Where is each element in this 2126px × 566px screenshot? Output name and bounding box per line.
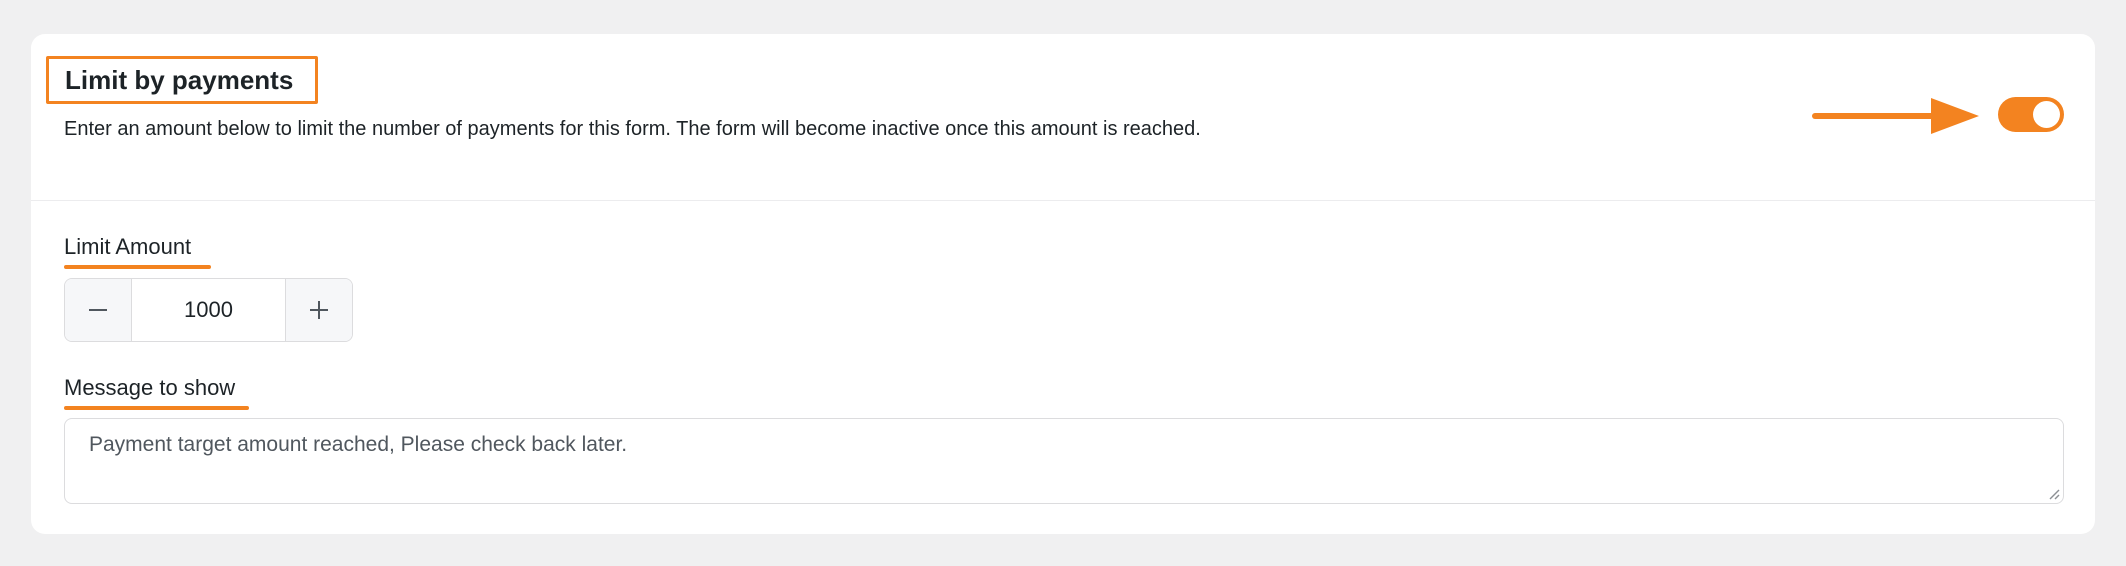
limit-amount-input[interactable]: 1000	[132, 279, 285, 341]
limit-amount-stepper: 1000	[64, 278, 353, 342]
toggle-knob	[2033, 101, 2060, 128]
card-header: Limit by payments Enter an amount below …	[31, 34, 2095, 201]
message-textarea[interactable]: Payment target amount reached, Please ch…	[64, 418, 2064, 504]
message-label: Message to show	[64, 375, 236, 400]
message-text: Payment target amount reached, Please ch…	[89, 433, 628, 456]
plus-icon	[310, 301, 328, 319]
limit-amount-label: Limit Amount	[64, 234, 192, 259]
arrow-right-icon	[1812, 98, 1979, 134]
limit-amount-label-underline	[64, 265, 211, 269]
message-label-underline	[64, 406, 249, 410]
limit-by-payments-toggle[interactable]	[1998, 97, 2064, 132]
section-description: Enter an amount below to limit the numbe…	[64, 118, 1201, 140]
payment-limit-card: Limit by payments Enter an amount below …	[31, 34, 2095, 534]
resize-handle-icon[interactable]	[2048, 488, 2060, 500]
section-title: Limit by payments	[65, 64, 294, 95]
increment-button[interactable]	[285, 279, 352, 341]
section-title-highlight: Limit by payments	[46, 56, 319, 104]
decrement-button[interactable]	[65, 279, 132, 341]
minus-icon	[89, 309, 107, 311]
